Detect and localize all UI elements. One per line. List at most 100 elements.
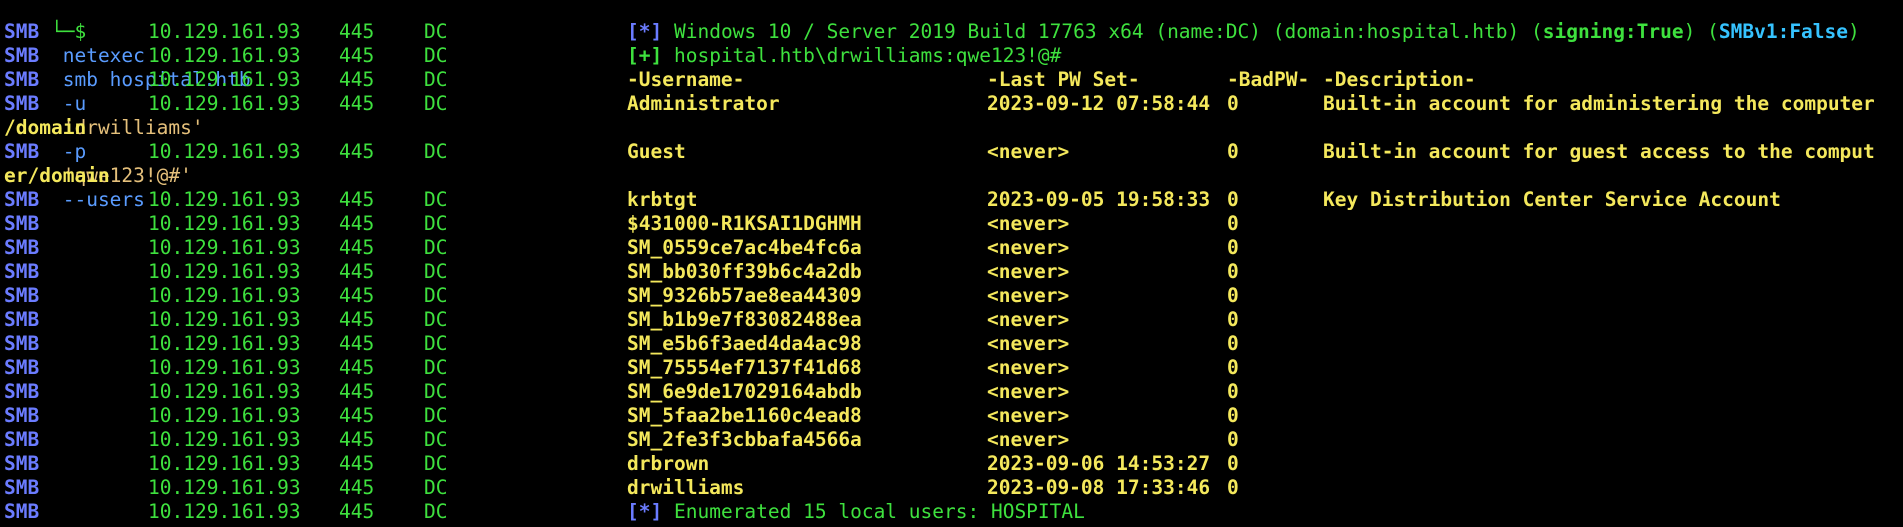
user-last-pw-set: <never>: [987, 308, 1070, 331]
user-description-wrap: er/domain: [4, 164, 110, 187]
smbv1-status: SMBv1:False: [1718, 20, 1849, 43]
user-badpw: 0: [1227, 356, 1239, 379]
user-last-pw-set: 2023-09-06 14:53:27: [987, 452, 1211, 475]
output-row-banner: SMB 10.129.161.93 445 DC [*] Windows 10 / Se…: [4, 20, 1899, 44]
user-badpw: 0: [1227, 212, 1239, 235]
user-row: SMB 10.129.161.93 445 DC SM_2fe3f3cbbafa4566…: [4, 428, 1899, 452]
user-badpw: 0: [1227, 428, 1239, 451]
user-badpw: 0: [1227, 332, 1239, 355]
terminal-window[interactable]: └─$ netexec smb hospital.htb -u 'drwilli…: [0, 0, 1903, 527]
smb-protocol-label: SMB: [4, 308, 40, 331]
info-tag: [*]: [627, 20, 663, 43]
user-row: SMB 10.129.161.93 445 DC SM_5faa2be1160c4ead…: [4, 404, 1899, 428]
user-badpw: 0: [1227, 476, 1239, 499]
user-name: krbtgt: [627, 188, 698, 211]
target-hostname: DC: [424, 452, 448, 475]
smb-protocol-label: SMB: [4, 212, 40, 235]
wrapped-line: er/domain: [4, 164, 1899, 188]
user-badpw: 0: [1227, 380, 1239, 403]
smb-protocol-label: SMB: [4, 92, 40, 115]
user-last-pw-set: <never>: [987, 284, 1070, 307]
user-name: SM_bb030ff39b6c4a2db: [627, 260, 862, 283]
target-hostname: DC: [424, 356, 448, 379]
smb-protocol-label: SMB: [4, 476, 40, 499]
target-ip: 10.129.161.93: [148, 92, 301, 115]
target-ip: 10.129.161.93: [148, 380, 301, 403]
target-port: 445: [339, 44, 375, 67]
banner-message: [*] Windows 10 / Server 2019 Build 17763…: [627, 20, 1860, 44]
target-ip: 10.129.161.93: [148, 188, 301, 211]
user-last-pw-set: <never>: [987, 428, 1070, 451]
user-name: SM_e5b6f3aed4da4ac98: [627, 332, 862, 355]
target-hostname: DC: [424, 68, 448, 91]
target-hostname: DC: [424, 44, 448, 67]
smb-protocol-label: SMB: [4, 380, 40, 403]
user-row: SMB 10.129.161.93 445 DC SM_b1b9e7f83082488e…: [4, 308, 1899, 332]
target-ip: 10.129.161.93: [148, 452, 301, 475]
smb-protocol-label: SMB: [4, 500, 40, 523]
target-hostname: DC: [424, 140, 448, 163]
smb-protocol-label: SMB: [4, 284, 40, 307]
user-badpw: 0: [1227, 140, 1239, 163]
user-last-pw-set: 2023-09-08 17:33:46: [987, 476, 1211, 499]
target-ip: 10.129.161.93: [148, 308, 301, 331]
target-hostname: DC: [424, 308, 448, 331]
target-port: 445: [339, 500, 375, 523]
target-ip: 10.129.161.93: [148, 404, 301, 427]
smb-protocol-label: SMB: [4, 356, 40, 379]
target-hostname: DC: [424, 92, 448, 115]
target-hostname: DC: [424, 212, 448, 235]
user-last-pw-set: <never>: [987, 380, 1070, 403]
target-hostname: DC: [424, 332, 448, 355]
banner-text: Windows 10 / Server 2019 Build 17763 x64…: [673, 20, 1543, 43]
user-name: SM_5faa2be1160c4ead8: [627, 404, 862, 427]
target-port: 445: [339, 476, 375, 499]
user-last-pw-set: <never>: [987, 140, 1070, 163]
user-last-pw-set: <never>: [987, 260, 1070, 283]
header-last-pw-set: -Last PW Set-: [987, 68, 1140, 91]
target-port: 445: [339, 452, 375, 475]
smb-protocol-label: SMB: [4, 236, 40, 259]
header-username: -Username-: [627, 68, 745, 91]
smb-protocol-label: SMB: [4, 68, 40, 91]
user-description-wrap: /domain: [4, 116, 87, 139]
target-hostname: DC: [424, 380, 448, 403]
target-port: 445: [339, 428, 375, 451]
user-row: SMB 10.129.161.93 445 DC drwilliams 2023-09-0…: [4, 476, 1899, 500]
header-badpw: -BadPW-: [1227, 68, 1310, 91]
target-ip: 10.129.161.93: [148, 44, 301, 67]
target-ip: 10.129.161.93: [148, 20, 301, 43]
summary-text: Enumerated 15 local users: HOSPITAL: [673, 500, 1085, 523]
smb-protocol-label: SMB: [4, 260, 40, 283]
user-name: SM_b1b9e7f83082488ea: [627, 308, 862, 331]
user-name: SM_75554ef7137f41d68: [627, 356, 862, 379]
user-badpw: 0: [1227, 404, 1239, 427]
target-ip: 10.129.161.93: [148, 140, 301, 163]
target-hostname: DC: [424, 260, 448, 283]
user-row: SMB 10.129.161.93 445 DC SM_75554ef7137f41d6…: [4, 356, 1899, 380]
info-tag: [*]: [627, 500, 663, 523]
user-row: SMB 10.129.161.93 445 DC Guest <never> 0 Built-…: [4, 140, 1899, 164]
user-name: SM_9326b57ae8ea44309: [627, 284, 862, 307]
user-last-pw-set: <never>: [987, 236, 1070, 259]
target-port: 445: [339, 68, 375, 91]
output-row-summary: SMB 10.129.161.93 445 DC [*] Enumerated 15 l…: [4, 500, 1899, 524]
user-name: Guest: [627, 140, 686, 163]
target-hostname: DC: [424, 20, 448, 43]
user-row: SMB 10.129.161.93 445 DC SM_9326b57ae8ea4430…: [4, 284, 1899, 308]
user-row: SMB 10.129.161.93 445 DC SM_e5b6f3aed4da4ac9…: [4, 332, 1899, 356]
auth-message: [+] hospital.htb\drwilliams:qwe123!@#: [627, 44, 1061, 68]
auth-text: hospital.htb\drwilliams:qwe123!@#: [673, 44, 1062, 67]
target-hostname: DC: [424, 428, 448, 451]
user-last-pw-set: <never>: [987, 332, 1070, 355]
smb-protocol-label: SMB: [4, 452, 40, 475]
user-row: SMB 10.129.161.93 445 DC krbtgt 2023-09-05 19…: [4, 188, 1899, 212]
user-name: drwilliams: [627, 476, 745, 499]
user-name: $431000-R1KSAI1DGHMH: [627, 212, 862, 235]
user-name: drbrown: [627, 452, 710, 475]
user-badpw: 0: [1227, 452, 1239, 475]
smb-protocol-label: SMB: [4, 404, 40, 427]
command-line: └─$ netexec smb hospital.htb -u 'drwilli…: [4, 0, 251, 211]
user-row: SMB 10.129.161.93 445 DC SM_0559ce7ac4be4fc6…: [4, 236, 1899, 260]
output-row-table-header: SMB 10.129.161.93 445 DC -Username- -Last PW …: [4, 68, 1899, 92]
